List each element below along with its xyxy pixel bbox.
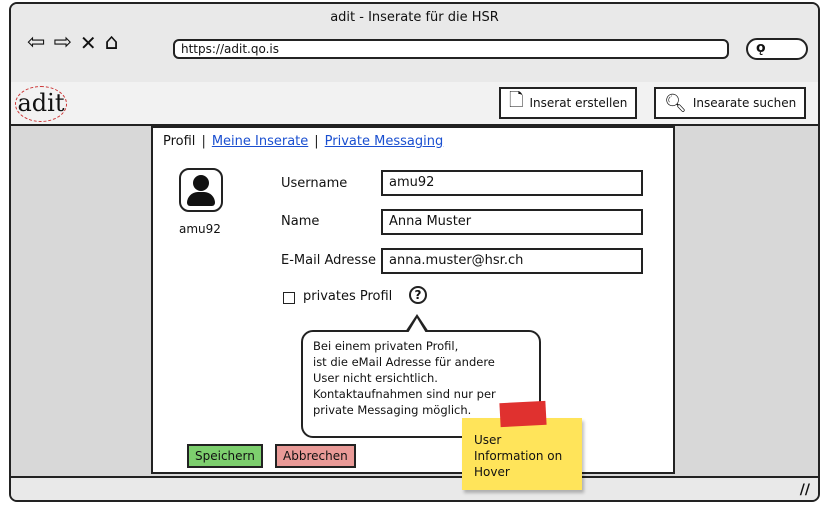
tab-separator: | bbox=[201, 134, 206, 149]
close-icon[interactable]: ✕ bbox=[80, 32, 97, 54]
cancel-button[interactable]: Abbrechen bbox=[275, 444, 356, 468]
search-icon: ǫ bbox=[756, 40, 766, 56]
create-ad-button[interactable]: 🗋 Inserat erstellen bbox=[499, 87, 638, 119]
create-ad-label: Inserat erstellen bbox=[529, 96, 628, 110]
app-logo[interactable]: adit bbox=[15, 86, 67, 122]
browser-titlebar: adit - Inserate für die HSR ⇦ ⇨ ✕ ⌂ http… bbox=[11, 4, 818, 84]
tab-meine-inserate[interactable]: Meine Inserate bbox=[212, 134, 308, 149]
username-label: Username bbox=[281, 176, 348, 191]
tab-private-messaging[interactable]: Private Messaging bbox=[325, 134, 444, 149]
note-line: Information on bbox=[474, 449, 563, 463]
tooltip-line: User nicht ersichtlich. bbox=[313, 371, 438, 385]
magnifier-icon: 🔍︎ bbox=[664, 92, 687, 114]
tab-bar: Profil | Meine Inserate | Private Messag… bbox=[163, 134, 443, 149]
sticky-note: User Information on Hover bbox=[462, 418, 582, 490]
name-label: Name bbox=[281, 214, 320, 229]
arrow-left-icon[interactable]: ⇦ bbox=[27, 32, 45, 54]
private-profile-label: privates Profil bbox=[303, 289, 393, 304]
url-bar[interactable]: https://adit.qo.is bbox=[173, 39, 729, 59]
help-icon[interactable]: ? bbox=[409, 286, 427, 304]
status-bar: // bbox=[11, 476, 818, 500]
note-line: User bbox=[474, 433, 502, 447]
email-field[interactable]: anna.muster@hsr.ch bbox=[381, 248, 643, 274]
user-icon bbox=[193, 175, 209, 191]
profile-panel: Profil | Meine Inserate | Private Messag… bbox=[151, 126, 675, 474]
private-profile-checkbox[interactable] bbox=[283, 292, 295, 304]
save-button[interactable]: Speichern bbox=[187, 444, 263, 468]
tooltip-line: Bei einem privaten Profil, bbox=[313, 339, 459, 353]
window-title: adit - Inserate für die HSR bbox=[330, 10, 499, 25]
note-line: Hover bbox=[474, 465, 510, 479]
note-tape bbox=[499, 400, 547, 428]
tooltip-line: ist die eMail Adresse für andere bbox=[313, 355, 495, 369]
tooltip-line: private Messaging möglich. bbox=[313, 403, 472, 417]
tab-profil[interactable]: Profil bbox=[163, 134, 195, 149]
browser-search-button[interactable]: ǫ bbox=[746, 38, 808, 60]
arrow-right-icon[interactable]: ⇨ bbox=[53, 32, 71, 54]
search-ads-button[interactable]: 🔍︎ Insearate suchen bbox=[654, 87, 807, 119]
browser-window: adit - Inserate für die HSR ⇦ ⇨ ✕ ⌂ http… bbox=[9, 2, 820, 502]
tab-separator: | bbox=[314, 134, 319, 149]
nav-icons: ⇦ ⇨ ✕ ⌂ bbox=[27, 32, 119, 55]
email-label: E-Mail Adresse bbox=[281, 253, 376, 268]
avatar-username: amu92 bbox=[179, 222, 221, 236]
resize-grip-icon[interactable]: // bbox=[800, 482, 810, 498]
username-field[interactable]: amu92 bbox=[381, 170, 643, 196]
document-icon: 🗋 bbox=[509, 90, 524, 111]
tooltip-line: Kontaktaufnahmen sind nur per bbox=[313, 387, 496, 401]
app-header: adit 🗋 Inserat erstellen 🔍︎ Insearate su… bbox=[11, 82, 818, 126]
name-field[interactable]: Anna Muster bbox=[381, 209, 643, 235]
home-icon[interactable]: ⌂ bbox=[105, 32, 119, 54]
search-ads-label: Insearate suchen bbox=[692, 96, 797, 110]
avatar bbox=[179, 168, 223, 212]
